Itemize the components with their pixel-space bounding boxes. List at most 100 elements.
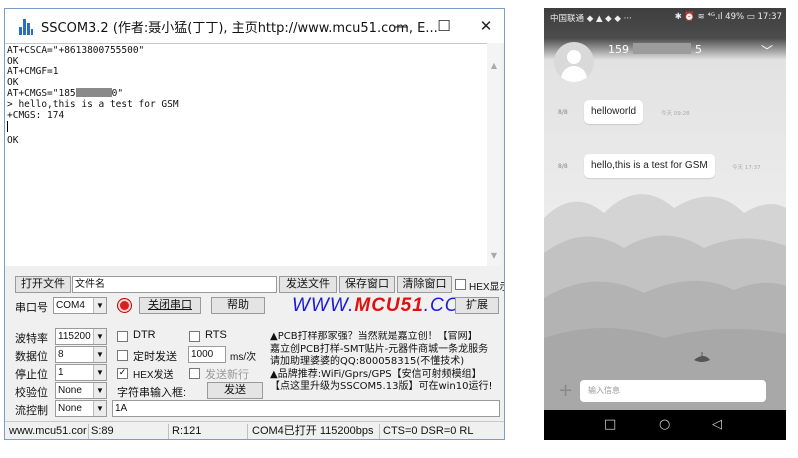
send-newline-checkbox[interactable] — [189, 368, 200, 379]
console-line: OK — [7, 134, 19, 146]
console-line: AT+CMGF=1 — [7, 66, 59, 78]
brand-mid: MCU51 — [354, 295, 424, 316]
console-line: OK — [7, 76, 19, 88]
chevron-down-icon[interactable]: ﹀ — [761, 42, 773, 59]
console-line: OK — [7, 55, 19, 67]
parity-value: None — [58, 385, 82, 396]
ad-line: ▲品牌推荐:WiFi/Gprs/GPS【安信可射频模组】 — [270, 368, 482, 380]
flow-value: None — [58, 403, 82, 414]
open-file-button[interactable]: 打开文件 — [15, 276, 71, 293]
message-bubble[interactable]: hello,this is a test for GSM — [584, 154, 715, 178]
ad-panel[interactable]: ▲PCB打样那家强？当然就是嘉立创！【官网】 嘉立创PCB打样-SMT贴片-元器… — [270, 331, 502, 394]
dtr-checkbox[interactable] — [117, 331, 128, 342]
app-icon — [19, 19, 33, 35]
message-input[interactable]: 输入信息 — [580, 380, 766, 402]
console-line: 0" — [111, 88, 124, 100]
back-icon[interactable]: ◁ — [712, 416, 722, 434]
clear-window-button[interactable]: 清除窗口 — [397, 276, 452, 293]
send-newline-label: 发送新行 — [205, 369, 249, 381]
baud-label: 波特率 — [15, 333, 48, 345]
send-button[interactable]: 发送 — [207, 382, 263, 399]
baud-value: 115200 — [58, 331, 91, 342]
databits-select[interactable]: 8 ▼ — [55, 346, 107, 363]
maximize-button[interactable]: ☐ — [424, 11, 464, 41]
vertical-scrollbar[interactable]: ▲ ▼ — [487, 43, 501, 266]
port-select[interactable]: COM4 ▼ — [53, 297, 107, 314]
phone-screen: 中国联通 ◆ ▲ ◆ ◆ ··· ✱ ⏰ ≋ ⁴ᴳ.ıl 49% ▭ 17:37… — [544, 8, 786, 440]
redacted-number — [75, 88, 112, 98]
hex-display-label: HEX显示 — [469, 282, 504, 293]
expand-button[interactable]: 扩展 — [455, 297, 499, 314]
sscom-window: SSCOM3.2 (作者:聂小猛(丁丁), 主页http://www.mcu51… — [4, 8, 505, 440]
avatar[interactable] — [554, 42, 594, 82]
status-url[interactable]: www.mcu51.cor — [9, 424, 89, 439]
ad-line: 【点这里升级为SSCOM5.13版】可在win10运行! — [270, 381, 493, 392]
message-time: 今天 17:37 — [732, 165, 761, 171]
interval-input[interactable]: 1000 — [188, 346, 226, 363]
dtr-label: DTR — [133, 329, 156, 341]
timed-send-label: 定时发送 — [133, 351, 177, 363]
timed-send-checkbox[interactable] — [117, 350, 128, 361]
scroll-down-icon[interactable]: ▼ — [487, 249, 501, 263]
console-line: +CMGS: 174 — [7, 109, 65, 121]
send-input[interactable]: 1A — [112, 400, 500, 417]
flow-select[interactable]: None ▼ — [55, 400, 107, 417]
contact-prefix: 159 — [608, 43, 629, 56]
close-button[interactable]: ✕ — [466, 11, 504, 41]
port-value: COM4 — [56, 300, 85, 311]
send-file-button[interactable]: 发送文件 — [279, 276, 337, 293]
dropdown-arrow-icon[interactable]: ▼ — [93, 347, 106, 362]
status-received-count: R:121 — [172, 424, 248, 439]
parity-label: 校验位 — [15, 387, 48, 399]
receive-console[interactable]: AT+CSCA="+8613800755500" OK AT+CMGF=1 OK… — [5, 43, 496, 266]
message-sim-label: 8/8 — [558, 109, 568, 116]
flow-label: 流控制 — [15, 405, 48, 417]
rts-checkbox[interactable] — [189, 331, 200, 342]
console-line: AT+CSCA="+8613800755500" — [7, 45, 145, 56]
console-line: AT+CMGS="185 — [7, 88, 76, 100]
baud-select[interactable]: 115200 ▼ — [55, 328, 107, 345]
window-title: SSCOM3.2 (作者:聂小猛(丁丁), 主页http://www.mcu51… — [41, 21, 438, 36]
dropdown-arrow-icon[interactable]: ▼ — [93, 329, 106, 344]
title-bar: SSCOM3.2 (作者:聂小猛(丁丁), 主页http://www.mcu51… — [5, 9, 504, 43]
hex-send-checkbox[interactable]: ✓ — [117, 368, 128, 379]
dropdown-arrow-icon[interactable]: ▼ — [93, 365, 106, 380]
redacted-number — [633, 43, 691, 54]
close-port-button[interactable]: 关闭串口 — [139, 297, 201, 314]
message-bubble[interactable]: helloworld — [584, 100, 644, 124]
system-status: ✱ ⏰ ≋ ⁴ᴳ.ıl 49% ▭ 17:37 — [674, 12, 782, 22]
ad-line: 嘉立创PCB打样-SMT贴片-元器件商城一条龙服务 — [270, 343, 489, 355]
port-status-icon — [118, 299, 131, 312]
home-icon[interactable]: ○ — [659, 416, 670, 434]
brand-prefix: WWW. — [292, 295, 355, 316]
text-caret — [7, 121, 8, 133]
parity-select[interactable]: None ▼ — [55, 382, 107, 399]
status-bar: www.mcu51.cor S:89 R:121 COM4已打开 115200b… — [5, 421, 504, 439]
dropdown-arrow-icon[interactable]: ▼ — [93, 383, 106, 398]
recent-apps-icon[interactable]: □ — [604, 416, 616, 434]
filename-field[interactable]: 文件名 — [72, 276, 277, 293]
dropdown-arrow-icon[interactable]: ▼ — [93, 401, 106, 416]
stopbits-value: 1 — [58, 367, 64, 378]
minimize-button[interactable]: — — [381, 11, 421, 41]
navigation-bar: □ ○ ◁ — [544, 410, 786, 440]
status-sent-count: S:89 — [91, 424, 169, 439]
status-port-state: COM4已打开 115200bps — [252, 424, 380, 439]
phone-status-bar: 中国联通 ◆ ▲ ◆ ◆ ··· ✱ ⏰ ≋ ⁴ᴳ.ıl 49% ▭ 17:37 — [544, 8, 786, 26]
dropdown-arrow-icon[interactable]: ▼ — [93, 298, 106, 313]
stopbits-label: 停止位 — [15, 369, 48, 381]
rts-label: RTS — [205, 329, 227, 341]
brand-link[interactable]: WWW.MCU51.COM — [292, 295, 477, 317]
hex-display-checkbox[interactable] — [455, 279, 466, 290]
hex-send-label: HEX发送 — [133, 370, 174, 381]
ad-line: ▲PCB打样那家强？当然就是嘉立创！【官网】 — [270, 331, 478, 342]
message-time: 今天 09:28 — [661, 111, 690, 117]
port-label: 串口号 — [15, 302, 48, 314]
stopbits-select[interactable]: 1 ▼ — [55, 364, 107, 381]
console-line: > hello,this is a test for GSM — [7, 98, 179, 110]
save-window-button[interactable]: 保存窗口 — [339, 276, 395, 293]
interval-unit: ms/次 — [230, 352, 257, 363]
help-button[interactable]: 帮助 — [211, 297, 265, 314]
scroll-up-icon[interactable]: ▲ — [487, 59, 501, 73]
add-attachment-icon[interactable]: + — [558, 382, 573, 400]
